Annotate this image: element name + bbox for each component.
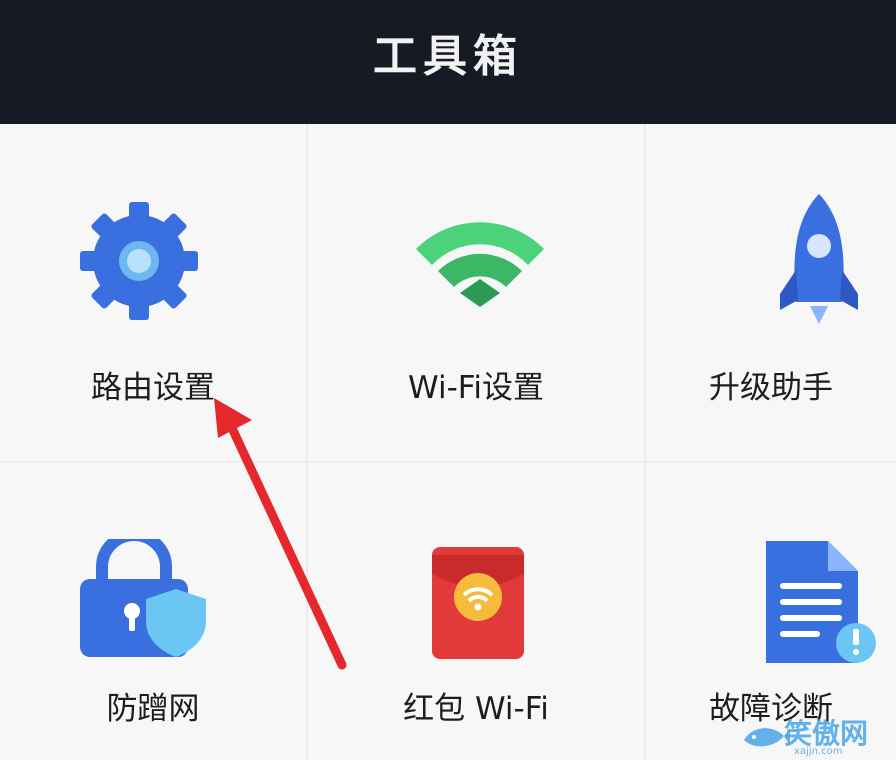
tool-red-envelope-wifi[interactable]: 红包 Wi-Fi bbox=[308, 463, 644, 760]
document-alert-icon bbox=[766, 541, 876, 663]
red-envelope-wifi-icon bbox=[432, 547, 524, 659]
tool-label: 红包 Wi-Fi bbox=[403, 691, 549, 727]
gear-icon bbox=[80, 202, 198, 320]
tool-anti-freeload[interactable]: 防蹭网 bbox=[0, 463, 306, 760]
tool-label: 防蹭网 bbox=[106, 691, 200, 727]
tool-wifi-settings[interactable]: Wi-Fi设置 bbox=[308, 124, 644, 461]
tool-upgrade-assistant[interactable]: 升级助手 bbox=[646, 124, 896, 461]
tool-label: 升级助手 bbox=[709, 370, 833, 406]
watermark: 笑傲网 xajjn.com bbox=[740, 710, 890, 760]
app-header: 工具箱 bbox=[0, 0, 896, 124]
tool-label: Wi-Fi设置 bbox=[408, 370, 544, 406]
tool-router-settings[interactable]: 路由设置 bbox=[0, 124, 306, 461]
page-title: 工具箱 bbox=[373, 31, 523, 82]
wifi-icon bbox=[416, 222, 544, 307]
fish-logo-icon bbox=[744, 728, 790, 747]
tool-grid: 路由设置 Wi-Fi设置 升级助手 防蹭网 红包 Wi-Fi 故障诊断 bbox=[0, 124, 896, 760]
tool-label: 路由设置 bbox=[91, 370, 215, 406]
rocket-icon bbox=[780, 194, 858, 324]
lock-shield-icon bbox=[80, 539, 206, 657]
watermark-sub: xajjn.com bbox=[794, 746, 843, 757]
